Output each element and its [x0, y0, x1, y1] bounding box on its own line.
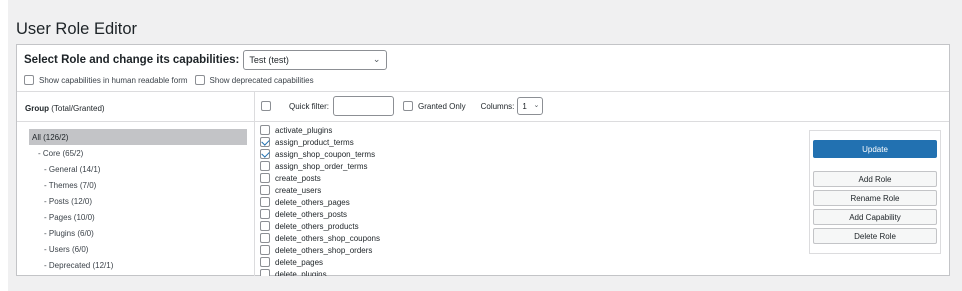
capability-label: delete_others_products [275, 221, 359, 231]
quick-filter-input[interactable] [333, 96, 395, 116]
capability-checkbox[interactable] [260, 245, 270, 255]
columns-label: Columns: [480, 101, 515, 111]
group-item[interactable]: - Pages (10/0) [29, 209, 247, 225]
capability-row: delete_others_shop_orders [260, 244, 520, 256]
group-item[interactable]: All (126/2) [29, 129, 247, 145]
column-divider [254, 92, 255, 276]
divider [17, 91, 949, 92]
capability-checkbox[interactable] [260, 185, 270, 195]
chevron-down-icon: ⌄ [372, 54, 381, 64]
actions-box: Update Add Role Rename Role Add Capabili… [809, 130, 941, 254]
role-select[interactable]: Test (test) ⌄ [243, 50, 388, 70]
add-role-button[interactable]: Add Role [813, 171, 937, 187]
capability-label: assign_shop_coupon_terms [275, 149, 376, 159]
capability-label: create_users [275, 185, 322, 195]
group-header: Group (Total/Granted) [25, 104, 105, 113]
capability-checkbox[interactable] [260, 137, 270, 147]
delete-role-button[interactable]: Delete Role [813, 228, 937, 244]
capability-row: activate_plugins [260, 124, 520, 136]
capability-row: delete_others_shop_coupons [260, 232, 520, 244]
quick-filter-label: Quick filter: [289, 101, 330, 111]
capability-checkbox[interactable] [260, 257, 270, 267]
human-readable-checkbox[interactable] [24, 75, 34, 85]
group-item[interactable]: - General (14/1) [29, 161, 247, 177]
human-readable-label: Show capabilities in human readable form [39, 75, 188, 85]
window-edge [0, 0, 8, 291]
capability-checkbox[interactable] [260, 269, 270, 276]
role-editor-panel: Select Role and change its capabilities:… [16, 44, 950, 276]
group-item[interactable]: - Users (6/0) [29, 241, 247, 257]
columns-value: 1 [522, 101, 527, 111]
group-header-title: Group [25, 104, 49, 113]
capability-label: activate_plugins [275, 125, 333, 135]
granted-only-checkbox[interactable] [403, 101, 414, 111]
columns-select[interactable]: 1 ⌄ [517, 97, 544, 115]
divider [255, 121, 949, 122]
capability-row: assign_shop_order_terms [260, 160, 520, 172]
capability-checkbox[interactable] [260, 149, 270, 159]
role-select-row: Select Role and change its capabilities:… [24, 49, 388, 71]
group-item[interactable]: - Posts (12/0) [29, 193, 247, 209]
options-row: Show capabilities in human readable form… [24, 73, 314, 87]
capability-label: delete_others_posts [275, 209, 348, 219]
capability-row: assign_product_terms [260, 136, 520, 148]
group-item[interactable]: - Deprecated (12/1) [29, 257, 247, 273]
group-item[interactable]: - Themes (7/0) [29, 177, 247, 193]
rename-role-button[interactable]: Rename Role [813, 190, 937, 206]
capability-row: create_users [260, 184, 520, 196]
capability-label: delete_pages [275, 257, 324, 267]
granted-only-label: Granted Only [418, 101, 466, 111]
capability-row: delete_others_posts [260, 208, 520, 220]
capability-checkbox[interactable] [260, 161, 270, 171]
select-all-checkbox[interactable] [261, 101, 271, 111]
capability-checkbox[interactable] [260, 233, 270, 243]
capability-row: delete_plugins [260, 268, 520, 276]
capability-label: create_posts [275, 173, 321, 183]
capability-label: delete_plugins [275, 269, 327, 277]
capability-row: assign_shop_coupon_terms [260, 148, 520, 160]
capability-checkbox[interactable] [260, 197, 270, 207]
deprecated-checkbox[interactable] [194, 75, 205, 85]
capability-row: delete_others_pages [260, 196, 520, 208]
update-button[interactable]: Update [813, 140, 937, 158]
capability-label: delete_others_shop_coupons [275, 233, 380, 243]
capability-row: create_posts [260, 172, 520, 184]
divider [17, 121, 254, 122]
capability-label: delete_others_pages [275, 197, 350, 207]
capability-label: assign_product_terms [275, 137, 354, 147]
capability-checkbox[interactable] [260, 221, 270, 231]
capability-checkbox[interactable] [260, 209, 270, 219]
page-title: User Role Editor [16, 20, 138, 38]
role-select-label: Select Role and change its capabilities: [24, 54, 240, 66]
capability-label: delete_others_shop_orders [275, 245, 373, 255]
capability-checkbox[interactable] [260, 173, 270, 183]
group-item[interactable]: - Plugins (6/0) [29, 225, 247, 241]
chevron-down-icon: ⌄ [533, 102, 540, 109]
capability-row: delete_pages [260, 256, 520, 268]
filter-row: Quick filter: Granted Only Columns: 1 ⌄ [261, 95, 544, 117]
add-capability-button[interactable]: Add Capability [813, 209, 937, 225]
group-list: All (126/2) - Core (65/2) - General (14/1)… [29, 129, 247, 273]
capability-label: assign_shop_order_terms [275, 161, 368, 171]
group-item[interactable]: - Core (65/2) [29, 145, 247, 161]
capability-list: activate_plugins assign_product_termsassi… [260, 124, 520, 276]
page: User Role Editor Select Role and change … [0, 0, 962, 291]
capability-checkbox[interactable] [260, 125, 270, 135]
capability-row: delete_others_products [260, 220, 520, 232]
role-select-value: Test (test) [249, 55, 289, 65]
deprecated-label: Show deprecated capabilities [209, 75, 314, 85]
group-header-subtitle: (Total/Granted) [49, 104, 105, 113]
